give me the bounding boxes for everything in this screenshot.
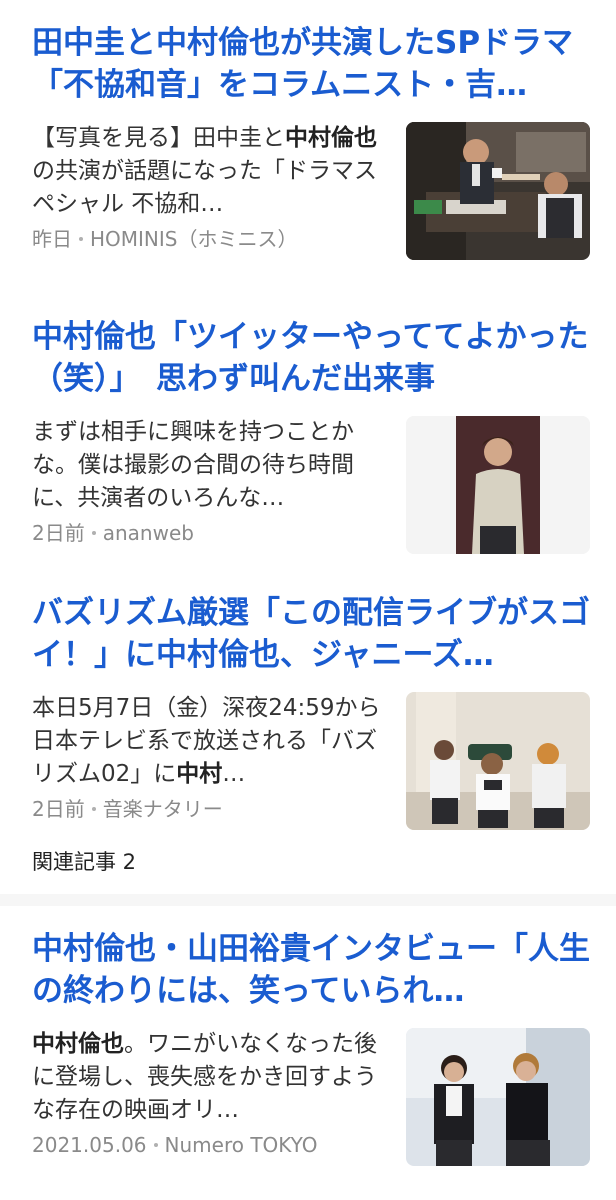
article-card[interactable]: 中村倫也「ツイッターやっててよかった（笑）」 思わず叫んだ出来事 まずは相手に興… — [0, 294, 616, 570]
snippet-text: … — [222, 761, 246, 787]
portrait-photo-icon — [406, 416, 590, 554]
article-source: Numero TOKYO — [164, 1133, 318, 1157]
separator-dot — [91, 530, 96, 535]
snippet-text: の共演が話題になった「ドラマスペシャル 不協和… — [32, 158, 377, 217]
separator-dot — [79, 236, 83, 241]
snippet-text: 【写真を見る】田中圭と — [32, 125, 285, 151]
article-title[interactable]: バズリズム厳選「この配信ライブがスゴイ！」に中村倫也、ジャニーズ… — [32, 592, 590, 676]
snippet-text: まずは相手に興味を持つことかな。僕は撮影の合間の待ち時間に、共演者のいろんな… — [32, 419, 354, 511]
article-snippet: 本日5月7日（金）深夜24:59から日本テレビ系で放送される「バズリズム02」に… — [32, 692, 384, 791]
article-meta: 2021.05.06 Numero TOKYO — [32, 1131, 384, 1159]
article-meta: 2日前 ananweb — [32, 519, 384, 547]
article-meta: 昨日 HOMINIS（ホミニス） — [32, 225, 384, 253]
article-time: 昨日 — [32, 227, 72, 251]
news-feed: 田中圭と中村倫也が共演したSPドラマ「不協和音」をコラムニスト・吉… 【写真を見… — [0, 0, 616, 1200]
separator-dot — [153, 1142, 158, 1147]
article-meta: 2日前 音楽ナタリー — [32, 795, 384, 823]
article-snippet: まずは相手に興味を持つことかな。僕は撮影の合間の待ち時間に、共演者のいろんな… — [32, 416, 384, 515]
article-source: ananweb — [102, 521, 194, 545]
article-thumbnail[interactable] — [406, 692, 590, 830]
article-snippet: 【写真を見る】田中圭と中村倫也の共演が話題になった「ドラマスペシャル 不協和… — [32, 122, 384, 221]
article-source: HOMINIS（ホミニス） — [90, 227, 298, 251]
article-thumbnail[interactable] — [406, 122, 590, 260]
article-time: 2021.05.06 — [32, 1133, 147, 1157]
article-title[interactable]: 中村倫也「ツイッターやっててよかった（笑）」 思わず叫んだ出来事 — [32, 316, 590, 400]
article-title[interactable]: 中村倫也・山田裕貴インタビュー「人生の終わりには、笑っていられ… — [32, 928, 590, 1012]
article-time: 2日前 — [32, 797, 85, 821]
article-thumbnail[interactable] — [406, 1028, 590, 1166]
article-card[interactable]: 田中圭と中村倫也が共演したSPドラマ「不協和音」をコラムニスト・吉… 【写真を見… — [0, 0, 616, 294]
related-articles-link[interactable]: 関連記事 2 — [32, 830, 590, 878]
duo-photo-icon — [406, 1028, 590, 1166]
article-card[interactable]: バズリズム厳選「この配信ライブがスゴイ！」に中村倫也、ジャニーズ… 本日5月7日… — [0, 570, 616, 894]
article-source: 音楽ナタリー — [102, 797, 223, 821]
article-title[interactable]: 田中圭と中村倫也が共演したSPドラマ「不協和音」をコラムニスト・吉… — [32, 22, 590, 106]
office-scene-photo-icon — [406, 122, 590, 260]
article-time: 2日前 — [32, 521, 85, 545]
snippet-highlight: 中村 — [176, 761, 223, 787]
snippet-highlight: 中村倫也 — [32, 1031, 124, 1057]
article-snippet: 中村倫也。ワニがいなくなった後に登場し、喪失感をかき回すような存在の映画オリ… — [32, 1028, 384, 1127]
separator-dot — [91, 806, 96, 811]
article-thumbnail[interactable] — [406, 416, 590, 554]
snippet-highlight: 中村倫也 — [285, 125, 377, 151]
article-card[interactable]: 中村倫也・山田裕貴インタビュー「人生の終わりには、笑っていられ… 中村倫也。ワニ… — [0, 906, 616, 1200]
band-photo-icon — [406, 692, 590, 830]
